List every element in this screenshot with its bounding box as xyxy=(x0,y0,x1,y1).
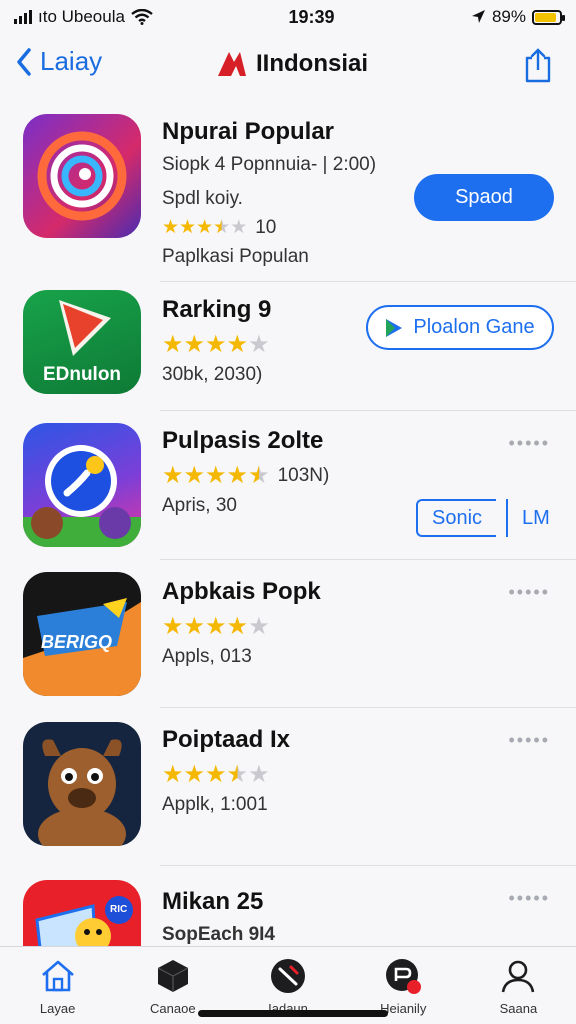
star-icon: ★ xyxy=(183,613,206,640)
rating-stars: ★★★★★ xyxy=(162,612,270,641)
star-icon: ★ xyxy=(183,462,206,489)
cube-icon xyxy=(157,960,189,992)
install-button[interactable]: Ploalon Gane xyxy=(366,305,554,350)
more-options-icon[interactable]: ••••• xyxy=(508,433,550,454)
star-icon: ★ xyxy=(179,217,197,238)
carrier-label: ıto Ubeoula xyxy=(38,7,125,26)
banner-app-icon: BERIGQ xyxy=(23,572,141,696)
star-icon: ★ xyxy=(196,217,214,238)
battery-percent: 89% xyxy=(491,7,526,26)
home-icon xyxy=(41,960,74,992)
app-meta: Appls, 013 xyxy=(162,646,252,667)
app-name: Pulpasis 2olte xyxy=(162,427,324,454)
app-meta: 30bk, 2030) xyxy=(162,364,263,385)
rating-count: 10 xyxy=(255,216,277,238)
app-meta: Applk, 1:001 xyxy=(162,794,268,815)
person-icon xyxy=(502,960,535,993)
back-label: Laiay xyxy=(40,46,103,76)
rating-stars: ★★★★★ xyxy=(162,760,270,789)
star-icon: ★ xyxy=(226,462,249,489)
star-icon: ★ xyxy=(162,761,184,788)
star-icon: ★ xyxy=(162,331,184,358)
star-icon: ★ xyxy=(248,761,270,788)
app-name: Poiptaad Ix xyxy=(162,726,291,753)
home-indicator xyxy=(198,1010,388,1017)
app-name: Mikan 25 xyxy=(162,888,264,915)
star-icon: ★ xyxy=(226,331,249,358)
list-item[interactable]: BERIGQ Apbkais Popk ••••• ★★★★★ Appls, 0… xyxy=(23,560,576,708)
star-icon: ★ xyxy=(205,613,227,640)
list-item[interactable]: EDnulon Rarking 9 ★★★★★ 30bk, 2030) Ploa… xyxy=(23,282,576,411)
rating-stars: ★★★★★ 103N) xyxy=(162,461,329,490)
star-icon: ★ xyxy=(162,217,180,238)
more-options-icon[interactable]: ••••• xyxy=(508,582,550,603)
star-icon: ★ xyxy=(226,613,249,640)
brand-logo-icon xyxy=(218,52,246,76)
status-bar: ıto Ubeoula 19:39 89% xyxy=(0,0,576,34)
app-side-label: LM xyxy=(506,499,550,537)
list-item[interactable]: RIC Mikan 25 ••••• SopEach 9I4 xyxy=(23,866,576,1004)
app-icon-text: RIC xyxy=(110,904,128,915)
rating-stars: ★★★★★ 10 xyxy=(162,216,276,239)
rating-count: 103N) xyxy=(277,464,330,486)
tab-layae[interactable]: Layae xyxy=(0,947,115,1024)
location-icon xyxy=(471,10,485,23)
star-icon: ★ xyxy=(205,761,227,788)
app-meta: Apris, 30 xyxy=(162,495,237,516)
app-meta: SopEach 9I4 xyxy=(162,924,275,945)
app-meta: Paplkasi Populan xyxy=(162,246,309,267)
app-icon-text: BERIGQ xyxy=(41,632,113,652)
bull-character-app-icon xyxy=(23,722,141,846)
game-circle-app-icon xyxy=(23,423,141,547)
app-meta: Spdl koiy. xyxy=(162,188,243,209)
open-button[interactable]: Sonic xyxy=(416,499,496,537)
chat-badge-icon xyxy=(386,959,422,994)
page-title: IIndonsiai xyxy=(216,50,368,78)
play-triangle-app-icon: EDnulon xyxy=(23,290,141,394)
app-name: Apbkais Popk xyxy=(162,578,321,605)
chevron-left-icon xyxy=(17,47,31,76)
star-icon: ★ xyxy=(213,217,231,238)
star-icon: ★ xyxy=(248,613,270,640)
app-name: Rarking 9 xyxy=(162,296,272,323)
star-icon: ★ xyxy=(226,761,249,788)
star-icon: ★ xyxy=(205,331,227,358)
battery-icon xyxy=(532,9,565,25)
star-icon: ★ xyxy=(230,217,248,238)
star-icon: ★ xyxy=(183,331,206,358)
app-name: Npurai Popular xyxy=(162,118,335,145)
more-options-icon[interactable]: ••••• xyxy=(508,888,550,909)
share-icon[interactable] xyxy=(522,48,554,84)
rocket-icon xyxy=(271,959,305,993)
status-time: 19:39 xyxy=(288,6,335,27)
back-button[interactable]: Laiay xyxy=(16,46,102,77)
play-store-icon xyxy=(386,318,403,337)
app-list: Npurai Popular Siopk 4 Popnnuia- | 2:00)… xyxy=(0,104,576,1004)
navigation-bar: Laiay IIndonsiai xyxy=(0,34,576,96)
app-icon-text: EDnulon xyxy=(42,364,122,385)
wifi-icon xyxy=(131,9,153,25)
get-button[interactable]: Spaod xyxy=(414,174,554,221)
star-icon: ★ xyxy=(183,761,206,788)
rating-stars: ★★★★★ xyxy=(162,330,270,359)
spiral-app-icon xyxy=(23,114,141,238)
list-item[interactable]: Pulpasis 2olte ••••• ★★★★★ 103N) Apris, … xyxy=(23,411,576,560)
star-icon: ★ xyxy=(248,462,270,489)
star-icon: ★ xyxy=(162,613,184,640)
star-icon: ★ xyxy=(162,462,184,489)
tab-saana[interactable]: Saana xyxy=(461,947,576,1024)
list-item[interactable]: Npurai Popular Siopk 4 Popnnuia- | 2:00)… xyxy=(23,104,576,282)
app-meta: Siopk 4 Popnnuia- | 2:00) xyxy=(162,154,377,175)
signal-icon xyxy=(14,10,32,24)
star-icon: ★ xyxy=(248,331,270,358)
more-options-icon[interactable]: ••••• xyxy=(508,730,550,751)
list-item[interactable]: Poiptaad Ix ••••• ★★★★★ Applk, 1:001 xyxy=(23,708,576,866)
star-icon: ★ xyxy=(205,462,227,489)
